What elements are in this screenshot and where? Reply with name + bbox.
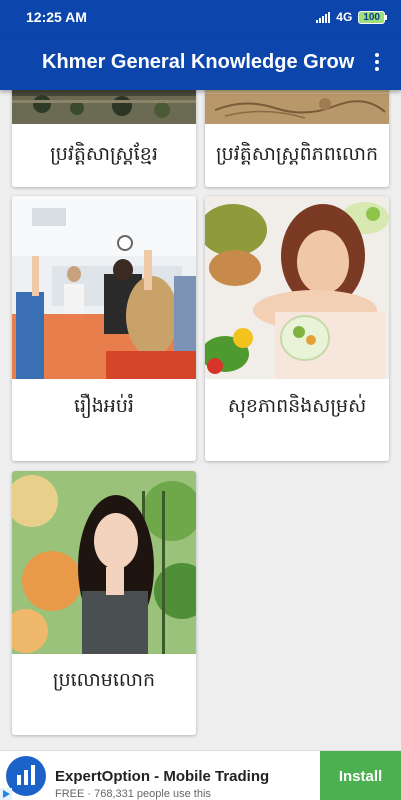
- card-label: ប្រវត្តិសាស្ត្រខ្មែរ: [50, 143, 158, 165]
- card-label: ប្រវត្តិសាស្ត្រពិភពលោក: [215, 143, 379, 165]
- status-time: 12:25 AM: [26, 9, 87, 25]
- category-grid[interactable]: ប្រវត្តិសាស្ត្រខ្មែរ ប្រវត្តិសាស្ត្រពិភព…: [0, 90, 401, 750]
- ad-title: ExpertOption - Mobile Trading: [55, 768, 270, 785]
- old-world-map-photo: [205, 90, 389, 124]
- status-icons: 4G 100: [316, 10, 387, 24]
- category-card-world-history[interactable]: ប្រវត្តិសាស្ត្រពិភពលោក: [205, 90, 389, 187]
- signal-icon: [316, 11, 331, 23]
- battery-icon: 100: [358, 10, 387, 24]
- category-card-educational-stories[interactable]: រឿងអប់រំ: [12, 196, 196, 461]
- status-bar: 12:25 AM 4G 100: [0, 0, 401, 34]
- battery-level: 100: [358, 10, 385, 24]
- expertoption-logo-icon: [6, 756, 46, 796]
- ad-banner[interactable]: ExpertOption - Mobile Trading FREE · 768…: [0, 750, 401, 800]
- category-card-novels[interactable]: ប្រលោមលោក: [12, 471, 196, 735]
- category-card-khmer-history[interactable]: ប្រវត្តិសាស្ត្រខ្មែរ: [12, 90, 196, 187]
- classroom-photo: [12, 196, 196, 379]
- ad-subtitle: FREE · 768,331 people use this: [55, 788, 211, 800]
- more-vert-icon[interactable]: [365, 50, 389, 74]
- app-bar: Khmer General Knowledge Grow: [0, 34, 401, 90]
- category-card-health-beauty[interactable]: សុខភាពនិងសម្រស់: [205, 196, 389, 461]
- app-title: Khmer General Knowledge Grow: [42, 50, 355, 73]
- smiling-woman-photo: [12, 471, 196, 654]
- install-button[interactable]: Install: [320, 751, 401, 800]
- ad-choices-icon[interactable]: [0, 788, 12, 800]
- woman-with-salad-photo: [205, 196, 389, 379]
- card-label: ប្រលោមលោក: [52, 669, 156, 691]
- network-type: 4G: [336, 10, 353, 24]
- card-label: សុខភាពនិងសម្រស់: [227, 395, 367, 417]
- card-label: រឿងអប់រំ: [74, 395, 134, 417]
- ancient-ruins-photo: [12, 90, 196, 124]
